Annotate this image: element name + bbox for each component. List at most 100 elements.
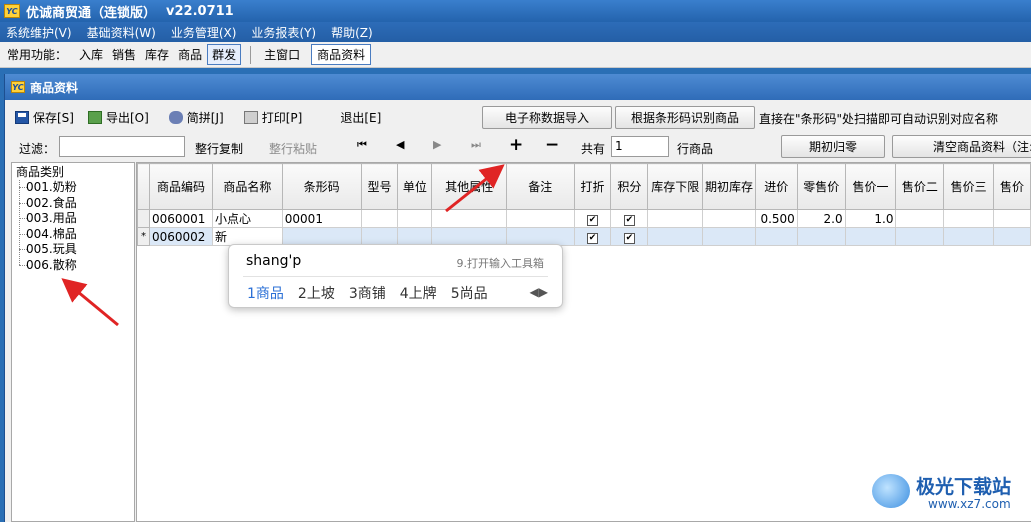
menu-basic-data[interactable]: 基础资料(W) bbox=[87, 24, 156, 41]
tab-main-window[interactable]: 主窗口 bbox=[259, 45, 305, 64]
col-header[interactable]: 售价二 bbox=[895, 163, 945, 210]
col-header[interactable]: 型号 bbox=[360, 163, 399, 210]
col-header[interactable]: 零售价 bbox=[796, 163, 846, 210]
paste-row-button[interactable]: 整行粘贴 bbox=[269, 140, 317, 157]
tab-goods-data[interactable]: 商品资料 bbox=[311, 44, 372, 65]
cell-opening-stock[interactable] bbox=[702, 227, 756, 246]
cell-unit[interactable] bbox=[397, 227, 433, 246]
func-stock[interactable]: 库存 bbox=[141, 45, 173, 64]
clear-goods-data-button[interactable]: 清空商品资料（注: bbox=[892, 135, 1031, 158]
cell-retail[interactable]: 2.0 bbox=[796, 209, 846, 228]
func-inbound[interactable]: 入库 bbox=[75, 45, 107, 64]
cell-name[interactable]: 小点心 bbox=[211, 209, 283, 228]
cell-price4[interactable] bbox=[993, 209, 1031, 228]
nav-first-icon[interactable]: ⏮ bbox=[357, 138, 367, 152]
col-header[interactable]: 打折 bbox=[573, 163, 612, 210]
cell-remark[interactable] bbox=[505, 227, 575, 246]
cell-stock-min[interactable] bbox=[647, 227, 704, 246]
total-count-field[interactable]: 1 bbox=[611, 136, 669, 157]
cell-other-attr[interactable] bbox=[431, 227, 507, 246]
menu-reports[interactable]: 业务报表(Y) bbox=[251, 24, 316, 41]
col-header[interactable]: 单位 bbox=[397, 163, 433, 210]
discount-checkbox[interactable]: ✔ bbox=[587, 215, 599, 226]
tree-item-milk-powder[interactable]: 001.奶粉 bbox=[16, 180, 134, 196]
func-mass-send[interactable]: 群发 bbox=[207, 44, 242, 65]
ime-candidate[interactable]: 5尚品 bbox=[451, 283, 488, 303]
tree-item-supplies[interactable]: 003.用品 bbox=[16, 211, 134, 227]
col-header[interactable]: 其他属性 bbox=[431, 163, 507, 210]
tree-root[interactable]: 商品类别 bbox=[16, 165, 134, 180]
cell-points[interactable]: ✔ bbox=[610, 227, 649, 246]
ime-candidate[interactable]: 4上牌 bbox=[400, 283, 437, 303]
cell-code[interactable]: 0060001 bbox=[148, 209, 213, 228]
reset-opening-button[interactable]: 期初归零 bbox=[781, 135, 885, 158]
ime-page-arrows-icon[interactable]: ◀▶ bbox=[530, 285, 548, 299]
cell-model[interactable] bbox=[360, 209, 399, 228]
cell-barcode[interactable]: 00001 bbox=[281, 209, 362, 228]
col-header[interactable]: 备注 bbox=[505, 163, 575, 210]
table-row[interactable]: * 0060002 新 ✔ ✔ bbox=[137, 227, 1031, 246]
menu-help[interactable]: 帮助(Z) bbox=[331, 24, 373, 41]
points-checkbox[interactable]: ✔ bbox=[623, 233, 635, 244]
ime-candidate[interactable]: 1商品 bbox=[247, 283, 284, 303]
ime-toolbox-link[interactable]: 9.打开输入工具箱 bbox=[457, 255, 545, 271]
col-header[interactable]: 售价 bbox=[993, 163, 1031, 210]
cell-code[interactable]: 0060002 bbox=[148, 227, 213, 246]
print-button[interactable]: 打印[P] bbox=[240, 109, 307, 126]
menu-business[interactable]: 业务管理(X) bbox=[171, 24, 237, 41]
cell-discount[interactable]: ✔ bbox=[573, 209, 612, 228]
export-button[interactable]: 导出[O] bbox=[84, 109, 153, 126]
col-header[interactable]: 库存下限 bbox=[647, 163, 704, 210]
col-header[interactable]: 积分 bbox=[610, 163, 649, 210]
remove-row-icon[interactable]: − bbox=[545, 135, 559, 155]
cell-remark[interactable] bbox=[505, 209, 575, 228]
cell-name-editing[interactable]: 新 bbox=[211, 227, 283, 246]
col-header[interactable]: 售价三 bbox=[943, 163, 995, 210]
copy-row-button[interactable]: 整行复制 bbox=[195, 140, 243, 157]
cell-cost[interactable]: 0.500 bbox=[754, 209, 798, 228]
exit-button[interactable]: 退出[E] bbox=[336, 109, 385, 126]
menu-system[interactable]: 系统维护(V) bbox=[6, 24, 72, 41]
col-header[interactable]: 商品名称 bbox=[211, 163, 283, 210]
func-sales[interactable]: 销售 bbox=[108, 45, 140, 64]
col-header[interactable]: 商品编码 bbox=[148, 163, 213, 210]
add-row-icon[interactable]: + bbox=[509, 135, 523, 155]
nav-last-icon[interactable]: ⏭ bbox=[471, 138, 481, 152]
cell-price2[interactable] bbox=[895, 227, 945, 246]
cell-price1[interactable]: 1.0 bbox=[844, 209, 897, 228]
cell-price3[interactable] bbox=[943, 209, 995, 228]
cell-other-attr[interactable] bbox=[431, 209, 507, 228]
col-header[interactable]: 期初库存 bbox=[702, 163, 756, 210]
ime-candidate[interactable]: 3商铺 bbox=[349, 283, 386, 303]
tree-item-cotton[interactable]: 004.棉品 bbox=[16, 227, 134, 243]
cell-price2[interactable] bbox=[895, 209, 945, 228]
cell-discount[interactable]: ✔ bbox=[573, 227, 612, 246]
cell-unit[interactable] bbox=[397, 209, 433, 228]
row-indicator[interactable]: * bbox=[137, 227, 150, 246]
col-header[interactable]: 进价 bbox=[754, 163, 798, 210]
cell-retail[interactable] bbox=[796, 227, 846, 246]
cell-price4[interactable] bbox=[993, 227, 1031, 246]
cell-cost[interactable] bbox=[754, 227, 798, 246]
barcode-identify-button[interactable]: 根据条形码识别商品 bbox=[615, 106, 755, 129]
tree-item-toys[interactable]: 005.玩具 bbox=[16, 242, 134, 258]
cell-price3[interactable] bbox=[943, 227, 995, 246]
filter-input[interactable] bbox=[59, 136, 185, 157]
cell-opening-stock[interactable] bbox=[702, 209, 756, 228]
cell-price1[interactable] bbox=[844, 227, 897, 246]
nav-next-icon[interactable]: ▶ bbox=[433, 138, 441, 151]
save-button[interactable]: 保存[S] bbox=[11, 109, 78, 126]
table-row[interactable]: 0060001 小点心 00001 ✔ ✔ 0.500 2.0 1.0 bbox=[137, 209, 1031, 228]
tree-item-food[interactable]: 002.食品 bbox=[16, 196, 134, 212]
pinyin-button[interactable]: 简拼[J] bbox=[165, 109, 228, 126]
cell-points[interactable]: ✔ bbox=[610, 209, 649, 228]
tree-item-bulk[interactable]: 006.散称 bbox=[16, 258, 134, 274]
discount-checkbox[interactable]: ✔ bbox=[587, 233, 599, 244]
points-checkbox[interactable]: ✔ bbox=[623, 215, 635, 226]
row-indicator[interactable] bbox=[137, 209, 150, 228]
col-header[interactable]: 条形码 bbox=[281, 163, 362, 210]
ime-candidate[interactable]: 2上坡 bbox=[298, 283, 335, 303]
cell-stock-min[interactable] bbox=[647, 209, 704, 228]
nav-prev-icon[interactable]: ◀ bbox=[396, 138, 404, 151]
func-goods[interactable]: 商品 bbox=[174, 45, 206, 64]
